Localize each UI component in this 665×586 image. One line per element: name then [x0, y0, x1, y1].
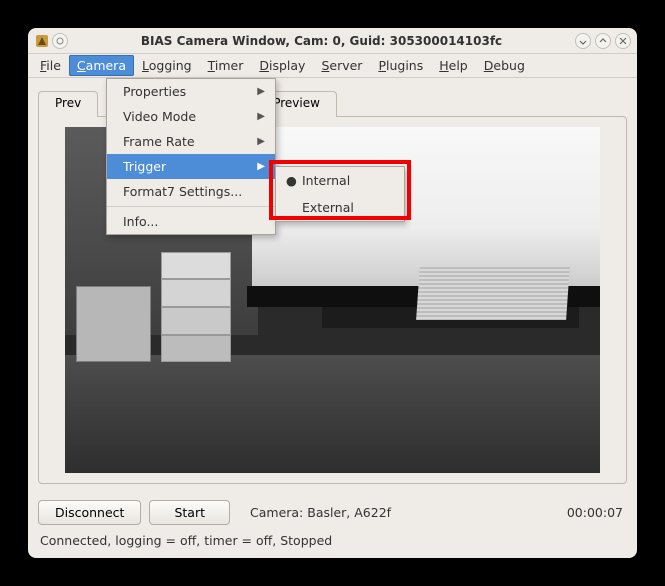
menu-item-info[interactable]: Info... — [107, 209, 275, 234]
menu-item-frame-rate[interactable]: Frame Rate▶ — [107, 129, 275, 154]
menu-display[interactable]: Display — [251, 55, 313, 76]
elapsed-time: 00:00:07 — [567, 505, 623, 520]
camera-menu-dropdown: Properties▶ Video Mode▶ Frame Rate▶ Trig… — [106, 78, 276, 235]
menu-logging[interactable]: Logging — [134, 55, 200, 76]
titlebar: BIAS Camera Window, Cam: 0, Guid: 305300… — [28, 28, 637, 54]
disconnect-button[interactable]: Disconnect — [38, 500, 141, 525]
menu-plugins[interactable]: Plugins — [370, 55, 431, 76]
chevron-right-icon: ▶ — [257, 86, 265, 97]
menu-debug[interactable]: Debug — [476, 55, 533, 76]
menu-timer[interactable]: Timer — [200, 55, 252, 76]
camera-label: Camera: Basler, A622f — [250, 505, 391, 520]
menu-server[interactable]: Server — [313, 55, 370, 76]
minimize-button[interactable] — [575, 33, 591, 49]
app-icon — [34, 33, 50, 49]
menu-item-trigger[interactable]: Trigger▶ — [107, 154, 275, 179]
menu-help[interactable]: Help — [431, 55, 476, 76]
menu-file[interactable]: File — [32, 55, 69, 76]
menu-separator — [107, 206, 275, 207]
start-button[interactable]: Start — [149, 500, 230, 525]
tab-preview[interactable]: Prev — [38, 91, 98, 117]
submenu-item-external[interactable]: External — [276, 194, 404, 221]
window-title: BIAS Camera Window, Cam: 0, Guid: 305300… — [68, 34, 575, 48]
menubar: File Camera Logging Timer Display Server… — [28, 54, 637, 78]
window-menu-button[interactable] — [52, 33, 68, 49]
window-frame: BIAS Camera Window, Cam: 0, Guid: 305300… — [28, 28, 637, 558]
chevron-right-icon: ▶ — [257, 111, 265, 122]
bottom-bar: Disconnect Start Camera: Basler, A622f 0… — [28, 492, 637, 529]
trigger-submenu: ●Internal External — [275, 166, 405, 222]
radio-selected-icon: ● — [286, 173, 294, 188]
status-bar: Connected, logging = off, timer = off, S… — [28, 529, 637, 556]
menu-item-format7[interactable]: Format7 Settings... — [107, 179, 275, 204]
chevron-right-icon: ▶ — [257, 136, 265, 147]
menu-camera[interactable]: Camera — [69, 55, 134, 76]
chevron-right-icon: ▶ — [257, 161, 265, 172]
menu-item-video-mode[interactable]: Video Mode▶ — [107, 104, 275, 129]
close-button[interactable] — [615, 33, 631, 49]
menu-item-properties[interactable]: Properties▶ — [107, 79, 275, 104]
submenu-item-internal[interactable]: ●Internal — [276, 167, 404, 194]
maximize-button[interactable] — [595, 33, 611, 49]
